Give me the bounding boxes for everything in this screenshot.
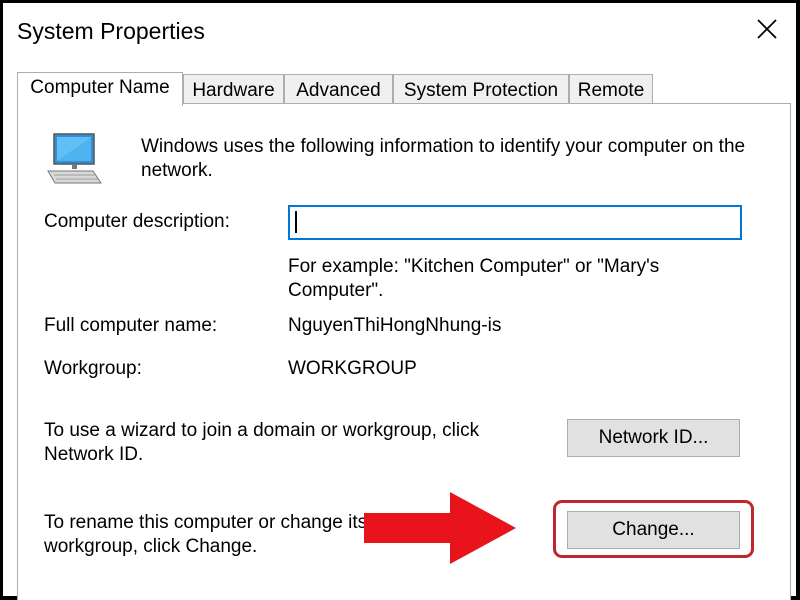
- system-properties-window: System Properties Computer Name Hardware…: [0, 0, 800, 600]
- title-bar[interactable]: System Properties: [3, 3, 796, 65]
- window-title: System Properties: [17, 18, 205, 44]
- close-icon: [757, 19, 777, 39]
- tab-advanced[interactable]: Advanced: [284, 74, 393, 104]
- full-computer-name-label: Full computer name:: [44, 315, 218, 336]
- network-id-text: To use a wizard to join a domain or work…: [44, 420, 480, 465]
- workgroup-label: Workgroup:: [44, 358, 142, 379]
- text-caret: [295, 211, 297, 233]
- network-id-button[interactable]: Network ID...: [567, 419, 740, 457]
- close-button[interactable]: [752, 14, 782, 44]
- tab-remote[interactable]: Remote: [569, 74, 653, 104]
- computer-icon: [47, 133, 102, 184]
- tab-computer-name[interactable]: Computer Name: [17, 72, 183, 106]
- computer-description-input[interactable]: [288, 205, 742, 240]
- full-computer-name-value: NguyenThiHongNhung-is: [288, 315, 502, 336]
- workgroup-value: WORKGROUP: [288, 358, 417, 379]
- computer-name-panel: Windows uses the following information t…: [17, 103, 791, 600]
- intro-text: Windows uses the following information t…: [141, 136, 746, 181]
- change-button[interactable]: Change...: [567, 511, 740, 549]
- tab-hardware[interactable]: Hardware: [183, 74, 284, 104]
- description-example-text: For example: "Kitchen Computer" or "Mary…: [288, 256, 660, 301]
- tab-system-protection[interactable]: System Protection: [393, 74, 569, 104]
- red-arrow-annotation: [364, 492, 516, 564]
- computer-description-label: Computer description:: [44, 211, 230, 232]
